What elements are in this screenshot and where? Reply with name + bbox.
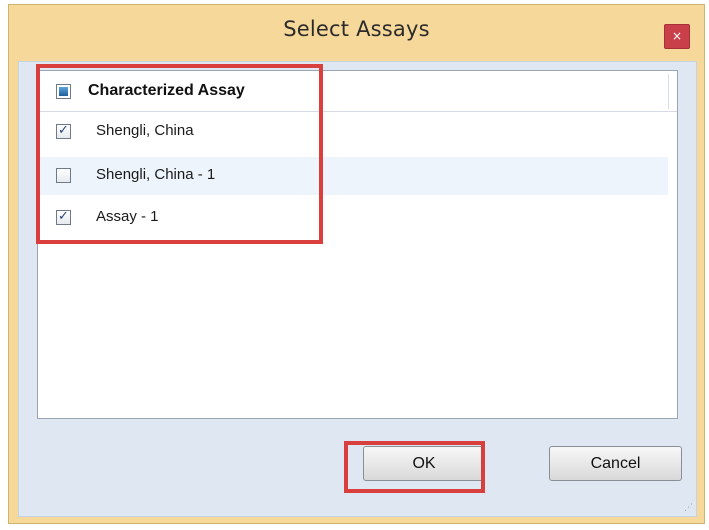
list-highlight-box (36, 64, 323, 244)
close-button[interactable]: × (664, 24, 690, 49)
close-icon: × (671, 29, 683, 43)
title-bar: Select Assays × (9, 5, 704, 61)
cancel-button[interactable]: Cancel (549, 446, 682, 481)
ok-highlight-box (344, 441, 485, 493)
resize-grip-icon[interactable]: ⋰ (684, 504, 694, 514)
dialog-title: Select Assays (283, 17, 430, 41)
column-divider[interactable] (668, 74, 669, 109)
